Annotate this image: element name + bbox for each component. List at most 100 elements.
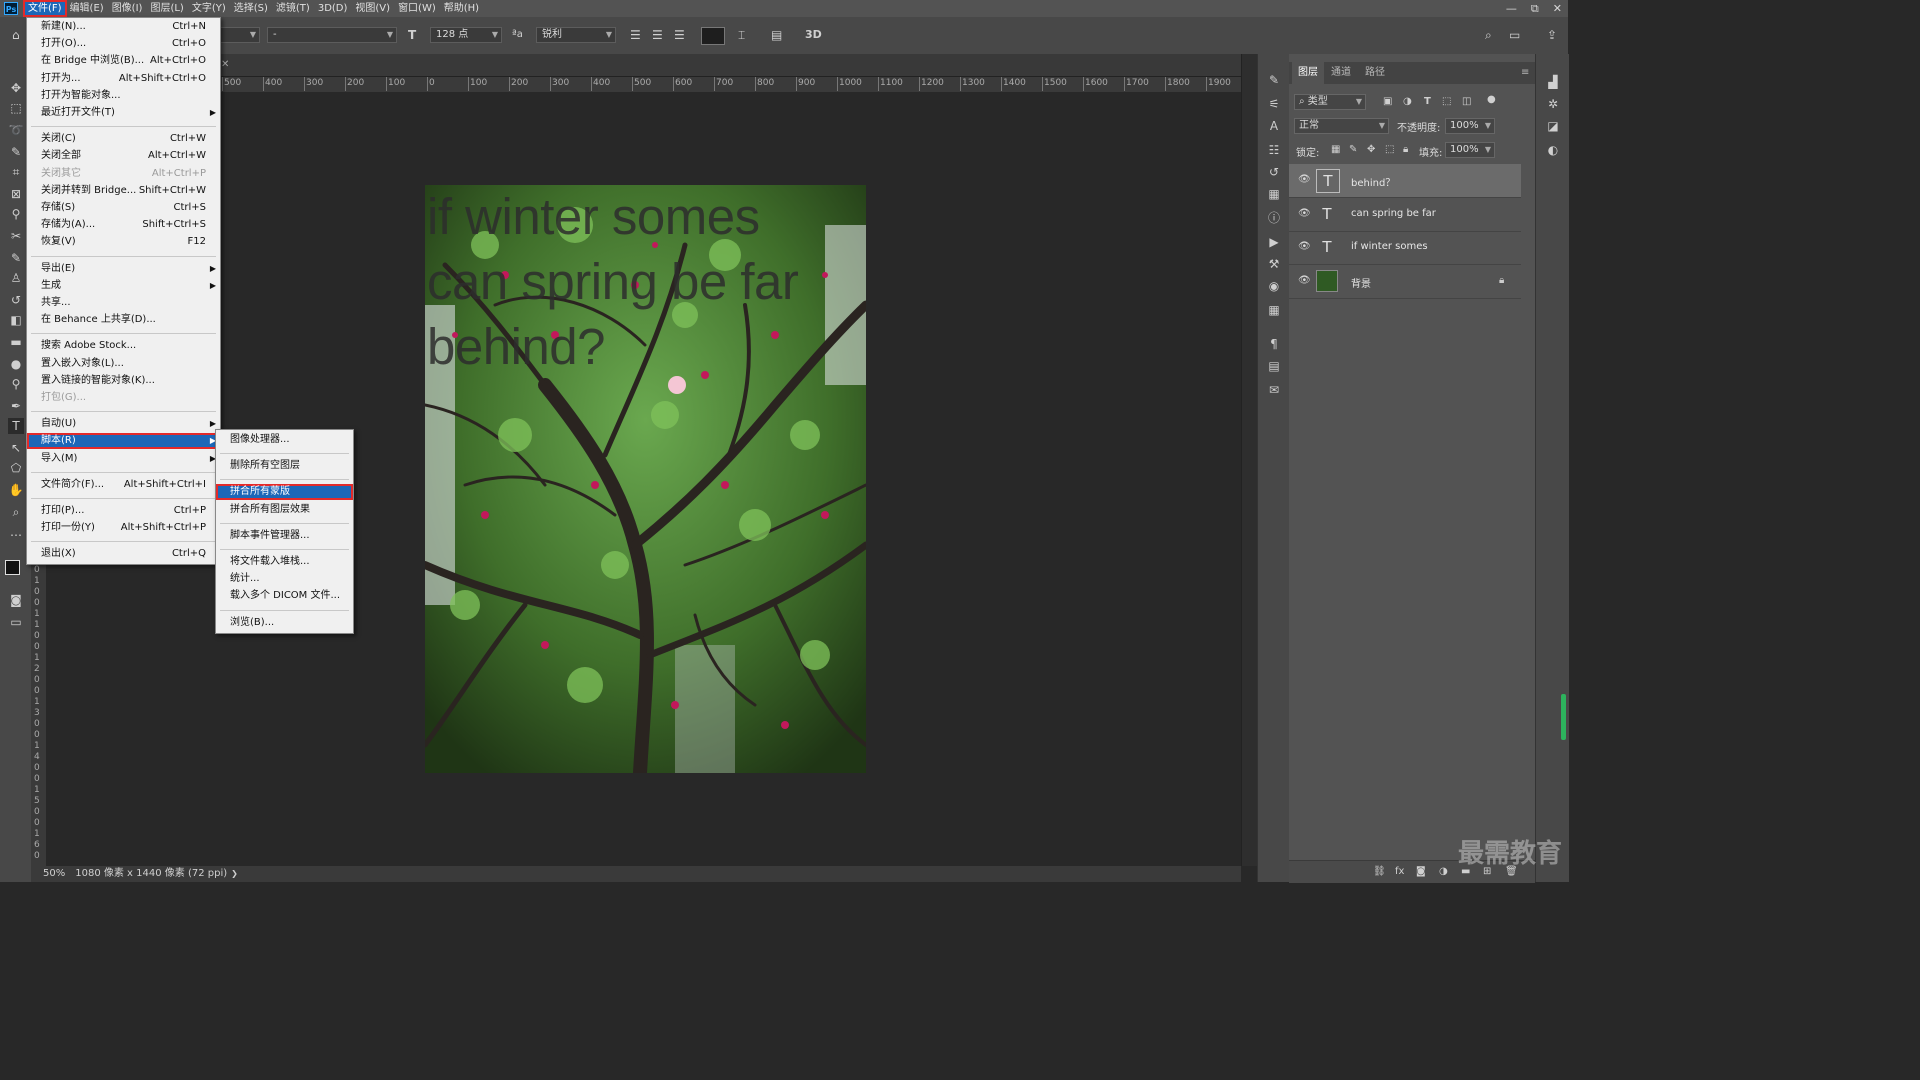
filter-shape-icon[interactable]: ⬚ <box>1442 96 1451 107</box>
share-icon[interactable]: ⇪ <box>1547 26 1557 44</box>
align-center-icon[interactable]: ☰ <box>652 26 663 44</box>
lock-icon[interactable]: 🔒︎ <box>1499 275 1504 286</box>
fill-input[interactable]: 100% ▼ <box>1445 142 1495 158</box>
glyphs-icon[interactable]: ▤ <box>1266 358 1282 374</box>
close-tab-icon[interactable]: ✕ <box>221 59 229 70</box>
brush-tool-icon[interactable]: ✎ <box>8 250 24 266</box>
layer-name[interactable]: can spring be far <box>1351 208 1436 219</box>
file-menu-item-3[interactable]: 打开为... Alt+Shift+Ctrl+O <box>27 71 220 87</box>
zoom-tool-icon[interactable]: ⌕ <box>8 504 24 520</box>
quick-mask-icon[interactable]: ◙ <box>8 592 24 608</box>
visibility-eye-icon[interactable]: 👁︎ <box>1298 241 1311 252</box>
tab-paths[interactable]: 路径 <box>1365 62 1385 84</box>
minimize-button[interactable]: — <box>1506 2 1517 15</box>
lock-pixels-icon[interactable]: ✎ <box>1349 144 1357 155</box>
menu-item-3[interactable]: 图层(L) <box>146 1 187 16</box>
file-menu-item-4[interactable]: 打开为智能对象... <box>27 88 220 104</box>
filter-type-icon[interactable]: T <box>1424 96 1431 107</box>
font-family-dropdown[interactable]: ▼ <box>220 27 260 43</box>
visibility-eye-icon[interactable]: 👁︎ <box>1298 174 1311 185</box>
antialias-dropdown[interactable]: 锐利 ▼ <box>536 27 616 43</box>
move-tool-icon[interactable]: ✥ <box>8 80 24 96</box>
script-menu-item-4[interactable]: 拼合所有蒙版 <box>216 484 353 501</box>
foreground-color-swatch[interactable] <box>5 560 20 575</box>
status-menu-arrow[interactable]: ❯ <box>231 869 238 878</box>
actions-play-icon[interactable]: ▶ <box>1266 234 1282 250</box>
menu-item-5[interactable]: 选择(S) <box>230 1 272 16</box>
canvas-text-line-2[interactable]: can spring be far <box>427 252 799 311</box>
histogram-icon[interactable]: ▟ <box>1545 74 1561 90</box>
menu-item-4[interactable]: 文字(Y) <box>188 1 230 16</box>
crop-tool-icon[interactable]: ⌗ <box>8 164 24 180</box>
font-style-dropdown[interactable]: - ▼ <box>267 27 397 43</box>
shape-tool-icon[interactable]: ⬠ <box>8 460 24 476</box>
file-menu-item-18[interactable]: 在 Behance 上共享(D)... <box>27 312 220 328</box>
3d-button[interactable]: 3D <box>805 26 822 44</box>
restore-button[interactable]: ⧉ <box>1531 2 1539 16</box>
history-icon[interactable]: ↺ <box>1266 164 1282 180</box>
blend-mode-dropdown[interactable]: 正常 ▼ <box>1294 118 1389 134</box>
file-menu-item-13[interactable]: 恢复(V) F12 <box>27 234 220 250</box>
lasso-tool-icon[interactable]: ➰ <box>8 122 24 138</box>
file-menu-item-17[interactable]: 共享... <box>27 295 220 311</box>
file-menu-item-31[interactable]: 打印(P)... Ctrl+P <box>27 503 220 519</box>
layer-row[interactable]: 👁︎ Tcan spring be far <box>1289 198 1521 232</box>
panel-scrollbar-thumb[interactable] <box>1561 694 1566 740</box>
script-menu-item-0[interactable]: 图像处理器... <box>216 432 353 448</box>
eraser-tool-icon[interactable]: ◧ <box>8 312 24 328</box>
layer-style-icon[interactable]: fx <box>1395 866 1404 877</box>
menu-item-7[interactable]: 3D(D) <box>314 1 352 16</box>
menu-item-0[interactable]: 文件(F) <box>23 0 67 17</box>
font-size-dropdown[interactable]: 128 点 ▼ <box>430 27 502 43</box>
canvas-text-line-3[interactable]: behind? <box>427 317 606 376</box>
canvas-text-line-1[interactable]: if winter somes <box>427 187 760 246</box>
close-window-button[interactable]: ✕ <box>1553 2 1562 15</box>
filter-toggle-icon[interactable]: ● <box>1487 94 1496 105</box>
layer-filter-dropdown[interactable]: ⌕ 类型 ▼ <box>1294 94 1366 110</box>
navigator-icon[interactable]: ✲ <box>1545 96 1561 112</box>
opacity-input[interactable]: 100% ▼ <box>1445 118 1495 134</box>
type-tool-icon[interactable]: T <box>8 418 24 434</box>
marquee-tool-icon[interactable]: ⬚ <box>8 100 24 116</box>
text-color-swatch[interactable] <box>701 27 725 45</box>
workspace-icon[interactable]: ▭ <box>1509 26 1520 44</box>
gradient-tool-icon[interactable]: ▬ <box>8 334 24 350</box>
timeline-icon[interactable]: ▦ <box>1266 302 1282 318</box>
link-layers-icon[interactable]: ⛓ <box>1373 866 1386 877</box>
file-menu-item-5[interactable]: 最近打开文件(T) ▶ <box>27 105 220 121</box>
tab-channels[interactable]: 通道 <box>1331 62 1351 84</box>
lock-transparency-icon[interactable]: ▦ <box>1331 144 1340 155</box>
script-menu-item-5[interactable]: 拼合所有图层效果 <box>216 502 353 518</box>
file-menu-item-20[interactable]: 搜索 Adobe Stock... <box>27 338 220 354</box>
frame-tool-icon[interactable]: ⊠ <box>8 186 24 202</box>
file-menu-item-27[interactable]: 导入(M) ▶ <box>27 451 220 467</box>
quick-select-tool-icon[interactable]: ✎ <box>8 144 24 160</box>
adjustments-icon[interactable]: ⚟ <box>1266 96 1282 112</box>
more-tools-icon[interactable]: … <box>8 524 24 540</box>
file-menu-item-2[interactable]: 在 Bridge 中浏览(B)... Alt+Ctrl+O <box>27 53 220 69</box>
menu-item-10[interactable]: 帮助(H) <box>440 1 483 16</box>
pen-tool-icon[interactable]: ✒ <box>8 398 24 414</box>
character-icon[interactable]: A <box>1266 118 1282 134</box>
healing-tool-icon[interactable]: ✂ <box>8 228 24 244</box>
script-menu-item-7[interactable]: 脚本事件管理器... <box>216 528 353 544</box>
layer-name[interactable]: if winter somes <box>1351 241 1428 252</box>
filter-smart-object-icon[interactable]: ◫ <box>1462 96 1471 107</box>
search-icon[interactable]: ⌕ <box>1485 26 1492 44</box>
blur-tool-icon[interactable]: ● <box>8 356 24 372</box>
script-menu-item-9[interactable]: 将文件载入堆栈... <box>216 554 353 570</box>
menu-item-6[interactable]: 滤镜(T) <box>272 1 314 16</box>
file-menu-item-10[interactable]: 关闭并转到 Bridge... Shift+Ctrl+W <box>27 183 220 199</box>
align-right-icon[interactable]: ☰ <box>674 26 685 44</box>
file-menu-item-32[interactable]: 打印一份(Y) Alt+Shift+Ctrl+P <box>27 520 220 536</box>
notes-icon[interactable]: ✉ <box>1266 382 1282 398</box>
filter-pixel-icon[interactable]: ▣ <box>1383 96 1392 107</box>
script-menu-item-10[interactable]: 统计... <box>216 571 353 587</box>
file-menu-item-22[interactable]: 置入链接的智能对象(K)... <box>27 373 220 389</box>
info-icon[interactable]: ⓘ <box>1266 210 1282 226</box>
warp-text-icon[interactable]: ⌶ <box>738 26 745 44</box>
layer-row[interactable]: 👁︎ Tbehind？ <box>1289 164 1521 198</box>
zoom-level[interactable]: 50% <box>43 868 65 879</box>
properties-icon[interactable]: ◪ <box>1545 118 1561 134</box>
file-menu-item-0[interactable]: 新建(N)... Ctrl+N <box>27 19 220 35</box>
